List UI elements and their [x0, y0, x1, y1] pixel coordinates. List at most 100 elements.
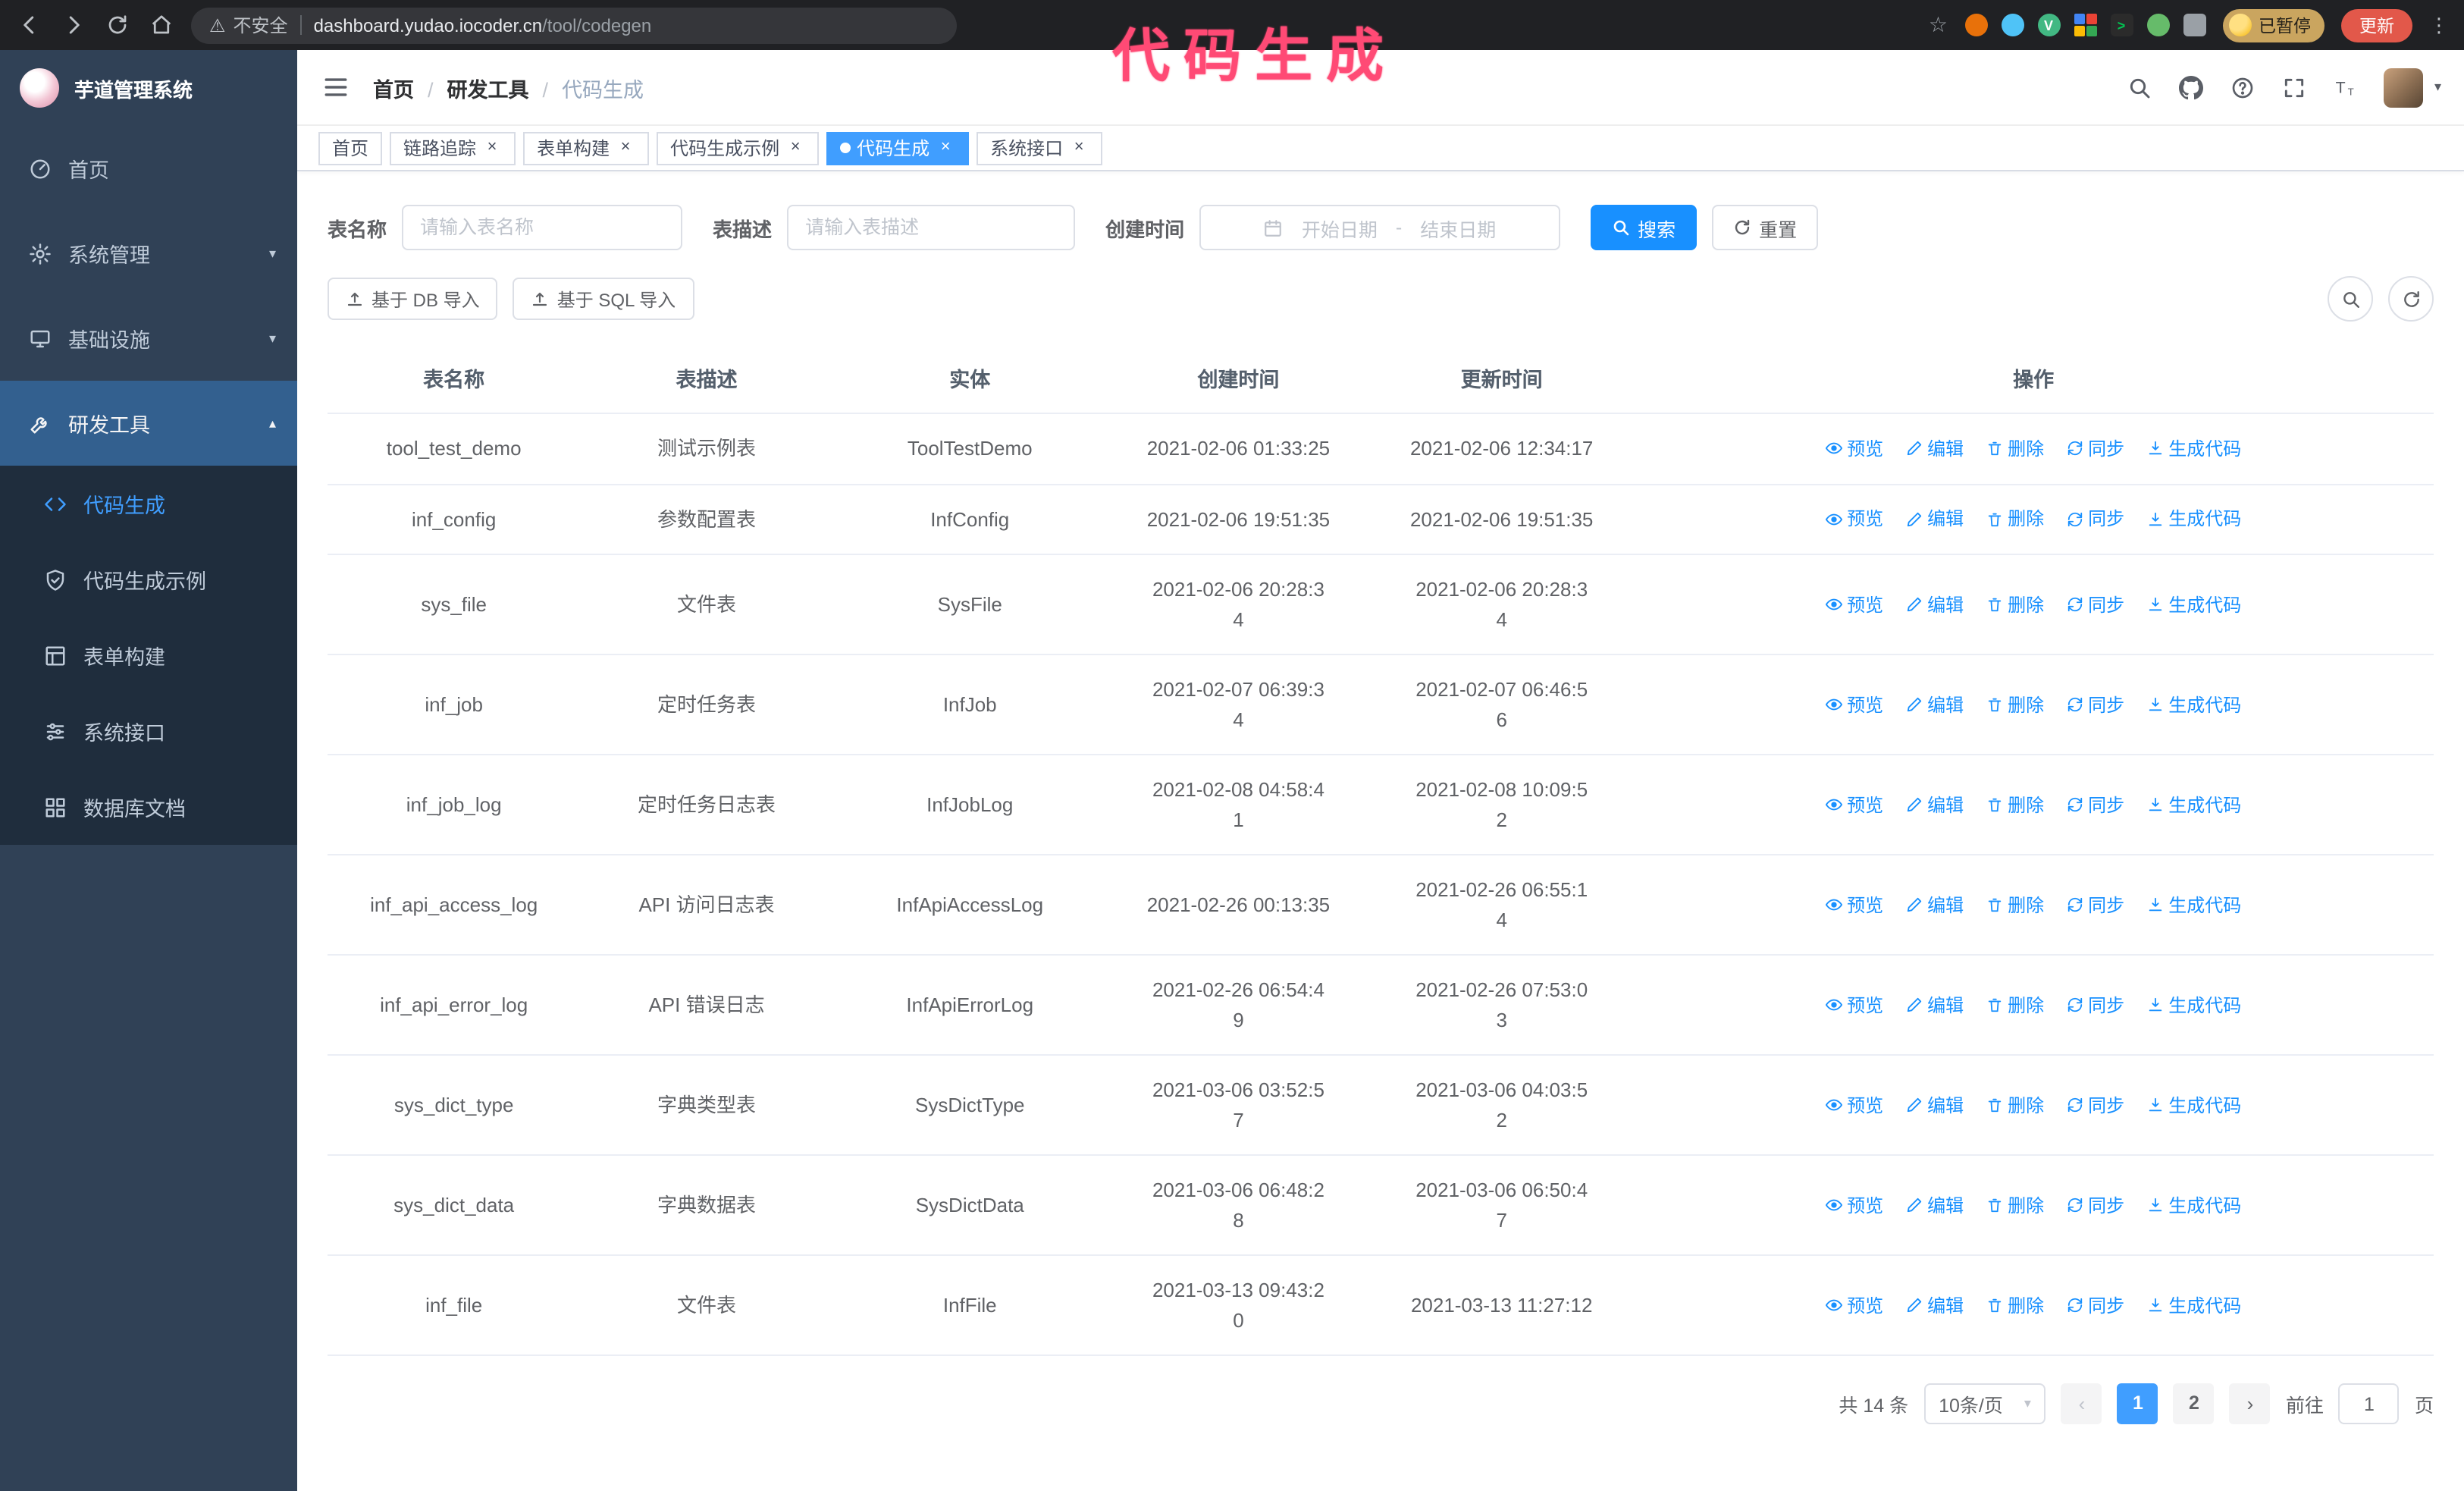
extension-grid-icon[interactable]	[2074, 14, 2096, 36]
sync-link[interactable]: 同步	[2067, 506, 2124, 533]
edit-link[interactable]: 编辑	[1906, 591, 1964, 618]
extension-drop-icon[interactable]	[2001, 14, 2024, 36]
extension-fox-icon[interactable]	[1964, 14, 1987, 36]
chrome-update-button[interactable]: 更新	[2341, 8, 2412, 42]
sidebar-item-home[interactable]: 首页	[0, 126, 297, 211]
generate-code-link[interactable]: 生成代码	[2147, 1091, 2241, 1119]
generate-code-link[interactable]: 生成代码	[2147, 891, 2241, 918]
github-icon[interactable]	[2178, 74, 2204, 100]
close-icon[interactable]	[482, 138, 502, 158]
sync-link[interactable]: 同步	[2067, 1091, 2124, 1119]
generate-code-link[interactable]: 生成代码	[2147, 435, 2241, 463]
edit-link[interactable]: 编辑	[1906, 1292, 1964, 1319]
sync-link[interactable]: 同步	[2067, 591, 2124, 618]
forward-icon[interactable]	[59, 11, 86, 39]
extension-terminal-icon[interactable]: >	[2110, 14, 2133, 36]
home-icon[interactable]	[147, 11, 174, 39]
generate-code-link[interactable]: 生成代码	[2147, 1292, 2241, 1319]
delete-link[interactable]: 删除	[1986, 1191, 2044, 1219]
generate-code-link[interactable]: 生成代码	[2147, 791, 2241, 818]
delete-link[interactable]: 删除	[1986, 991, 2044, 1019]
refresh-table-button[interactable]	[2388, 276, 2434, 322]
close-icon[interactable]	[616, 138, 635, 158]
search-icon[interactable]	[2127, 74, 2152, 100]
sidebar-toggle-icon[interactable]	[320, 72, 350, 102]
prev-page-button[interactable]: ‹	[2061, 1383, 2102, 1424]
sync-link[interactable]: 同步	[2067, 435, 2124, 463]
close-icon[interactable]	[936, 138, 955, 158]
sidebar-item-db-doc[interactable]: 数据库文档	[0, 769, 297, 845]
sidebar-item-codegen-example[interactable]: 代码生成示例	[0, 541, 297, 617]
sidebar-item-devtools[interactable]: 研发工具 ▴	[0, 381, 297, 466]
preview-link[interactable]: 预览	[1826, 506, 1883, 533]
generate-code-link[interactable]: 生成代码	[2147, 506, 2241, 533]
tab-codegen[interactable]: 代码生成	[826, 131, 970, 165]
tab-codegen-example[interactable]: 代码生成示例	[657, 131, 820, 165]
delete-link[interactable]: 删除	[1986, 591, 2044, 618]
close-icon[interactable]	[785, 138, 805, 158]
reload-icon[interactable]	[103, 11, 130, 39]
extension-vue-icon[interactable]: V	[2037, 14, 2060, 36]
edit-link[interactable]: 编辑	[1906, 791, 1964, 818]
reset-button[interactable]: 重置	[1712, 205, 1819, 250]
next-page-button[interactable]: ›	[2229, 1383, 2271, 1424]
generate-code-link[interactable]: 生成代码	[2147, 1191, 2241, 1219]
help-icon[interactable]	[2230, 74, 2256, 100]
breadcrumb-devtools[interactable]: 研发工具	[414, 72, 529, 102]
search-button[interactable]: 搜索	[1591, 205, 1698, 250]
tab-trace[interactable]: 链路追踪	[390, 131, 516, 165]
font-size-icon[interactable]: TT	[2333, 74, 2359, 100]
browser-menu-icon[interactable]: ⋮	[2429, 13, 2449, 37]
app-logo[interactable]: 芋道管理系统	[0, 50, 297, 126]
preview-link[interactable]: 预览	[1826, 891, 1883, 918]
goto-page-input[interactable]	[2338, 1383, 2400, 1424]
sync-link[interactable]: 同步	[2067, 1191, 2124, 1219]
edit-link[interactable]: 编辑	[1906, 506, 1964, 533]
generate-code-link[interactable]: 生成代码	[2147, 691, 2241, 718]
sidebar-item-infra[interactable]: 基础设施 ▾	[0, 296, 297, 381]
page-size-select[interactable]: 10条/页 ▾	[1923, 1383, 2046, 1424]
sync-link[interactable]: 同步	[2067, 891, 2124, 918]
delete-link[interactable]: 删除	[1986, 1091, 2044, 1119]
toggle-search-button[interactable]	[2328, 276, 2373, 322]
breadcrumb-home[interactable]: 首页	[373, 72, 414, 102]
delete-link[interactable]: 删除	[1986, 791, 2044, 818]
security-warning[interactable]: ⚠ 不安全	[209, 12, 288, 38]
sidebar-item-form-builder[interactable]: 表单构建	[0, 617, 297, 693]
fullscreen-icon[interactable]	[2281, 74, 2307, 100]
sidebar-item-system[interactable]: 系统管理 ▾	[0, 211, 297, 296]
delete-link[interactable]: 删除	[1986, 435, 2044, 463]
sync-link[interactable]: 同步	[2067, 691, 2124, 718]
sync-link[interactable]: 同步	[2067, 991, 2124, 1019]
edit-link[interactable]: 编辑	[1906, 891, 1964, 918]
delete-link[interactable]: 删除	[1986, 891, 2044, 918]
extension-leaf-icon[interactable]	[2146, 14, 2169, 36]
import-sql-button[interactable]: 基于 SQL 导入	[513, 278, 694, 320]
extension-puzzle-icon[interactable]	[2183, 14, 2205, 36]
sync-link[interactable]: 同步	[2067, 1292, 2124, 1319]
tab-form-builder[interactable]: 表单构建	[523, 131, 650, 165]
delete-link[interactable]: 删除	[1986, 506, 2044, 533]
generate-code-link[interactable]: 生成代码	[2147, 991, 2241, 1019]
back-icon[interactable]	[15, 11, 42, 39]
table-desc-input[interactable]	[787, 205, 1076, 250]
user-avatar[interactable]	[2384, 67, 2424, 107]
edit-link[interactable]: 编辑	[1906, 1191, 1964, 1219]
page-button-2[interactable]: 2	[2173, 1383, 2215, 1424]
preview-link[interactable]: 预览	[1826, 435, 1883, 463]
tab-home[interactable]: 首页	[318, 131, 383, 165]
delete-link[interactable]: 删除	[1986, 691, 2044, 718]
delete-link[interactable]: 删除	[1986, 1292, 2044, 1319]
tab-system-api[interactable]: 系统接口	[977, 131, 1103, 165]
edit-link[interactable]: 编辑	[1906, 1091, 1964, 1119]
edit-link[interactable]: 编辑	[1906, 991, 1964, 1019]
import-db-button[interactable]: 基于 DB 导入	[328, 278, 498, 320]
sidebar-item-system-api[interactable]: 系统接口	[0, 693, 297, 769]
date-range-picker[interactable]: 开始日期 - 结束日期	[1199, 205, 1561, 250]
page-button-1[interactable]: 1	[2117, 1383, 2158, 1424]
preview-link[interactable]: 预览	[1826, 991, 1883, 1019]
address-bar[interactable]: ⚠ 不安全 dashboard.yudao.iocoder.cn/tool/co…	[191, 7, 957, 43]
close-icon[interactable]	[1069, 138, 1089, 158]
sidebar-item-codegen[interactable]: 代码生成	[0, 466, 297, 541]
preview-link[interactable]: 预览	[1826, 1292, 1883, 1319]
